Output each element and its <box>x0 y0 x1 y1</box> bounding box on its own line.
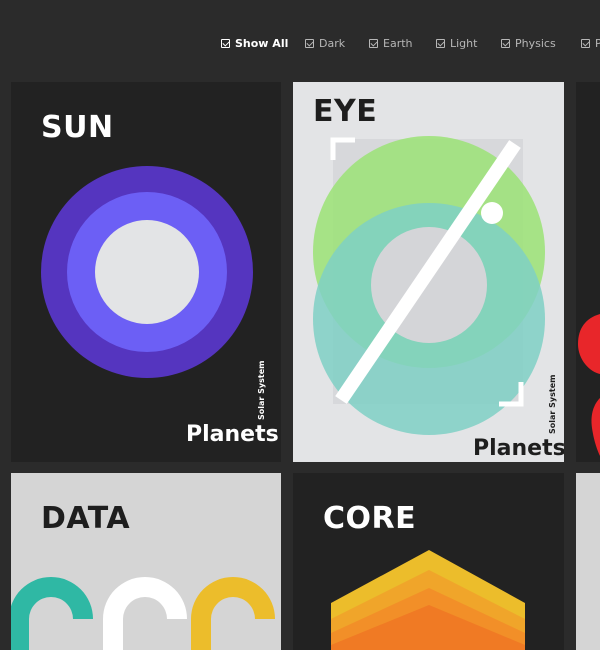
checkbox-icon <box>436 38 445 48</box>
yellow-arc <box>191 577 275 650</box>
poster-card-data[interactable]: DATA <box>11 473 281 650</box>
red-shape <box>578 314 600 374</box>
filter-show-all[interactable]: Show All <box>221 36 288 50</box>
card-footer: Planets <box>473 436 564 461</box>
checkbox-icon <box>221 38 230 48</box>
data-artwork <box>11 577 275 650</box>
filter-bar: Show All Dark Earth Light Physics P <box>0 0 600 82</box>
eye-dot <box>481 202 503 224</box>
filter-earth[interactable]: Earth <box>369 36 413 50</box>
poster-card-eye[interactable]: EYE Planets Solar System <box>293 82 564 462</box>
card-title: EYE <box>313 94 378 129</box>
filter-light[interactable]: Light <box>436 36 477 50</box>
filter-label: P <box>595 36 600 50</box>
checkbox-icon <box>369 38 378 48</box>
filter-label: Physics <box>515 36 556 50</box>
checkbox-icon <box>501 38 510 48</box>
card-title: SUN <box>41 110 114 145</box>
checkbox-icon <box>581 38 590 48</box>
filter-label: Dark <box>319 36 346 50</box>
poster-card-sun[interactable]: SUN Planets Solar System <box>11 82 281 462</box>
white-arc <box>103 577 187 650</box>
card-title: DATA <box>41 501 131 536</box>
card-side-text: Solar System <box>257 360 266 420</box>
card-title: CORE <box>323 501 417 536</box>
filter-physics[interactable]: Physics <box>501 36 556 50</box>
filter-label: Light <box>450 36 478 50</box>
checkbox-icon <box>305 38 314 48</box>
filter-dark[interactable]: Dark <box>305 36 345 50</box>
poster-card-core[interactable]: CORE <box>293 473 564 650</box>
card-footer: Planets <box>186 422 279 447</box>
poster-card-partial[interactable] <box>576 82 600 462</box>
eye-artwork <box>313 136 545 435</box>
poster-card-partial[interactable] <box>576 473 600 650</box>
red-shape <box>591 398 600 456</box>
filter-label: Earth <box>383 36 413 50</box>
filter-label: Show All <box>235 36 289 50</box>
teal-arc <box>11 577 93 650</box>
core-artwork <box>331 550 525 650</box>
partial-artwork <box>578 314 600 456</box>
card-side-text: Solar System <box>548 374 557 434</box>
filter-p[interactable]: P <box>581 36 600 50</box>
sun-core <box>95 220 199 324</box>
